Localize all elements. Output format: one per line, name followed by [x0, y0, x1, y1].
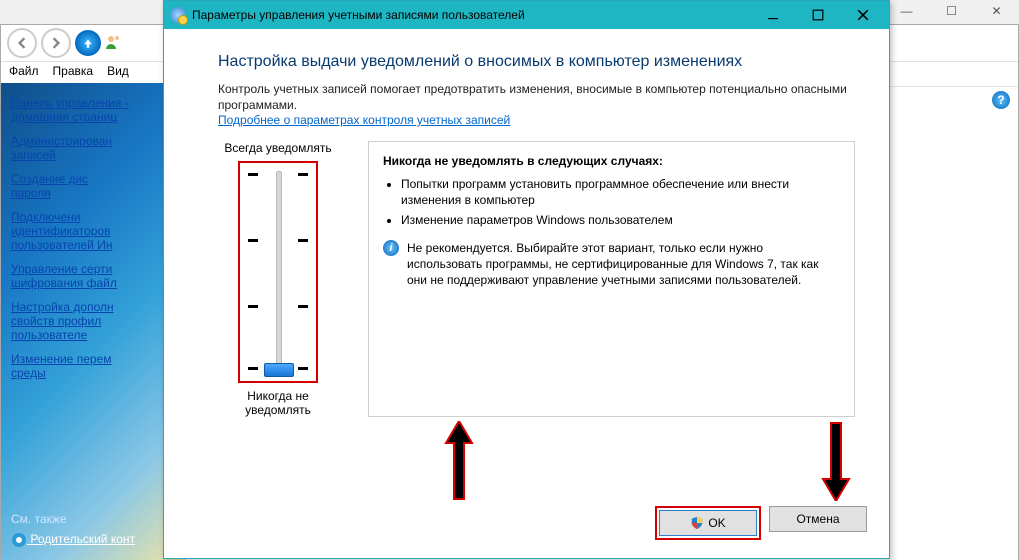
- shield-icon: [690, 516, 704, 530]
- menu-view[interactable]: Вид: [107, 64, 129, 84]
- desc-heading: Никогда не уведомлять в следующих случая…: [383, 154, 840, 168]
- bg-side-panel: Панель управления -домашняя страниц Адми…: [1, 83, 186, 560]
- slider-label-top: Всегда уведомлять: [218, 141, 338, 155]
- uac-slider-thumb[interactable]: [264, 363, 294, 377]
- menu-file[interactable]: Файл: [9, 64, 39, 84]
- dialog-close-button[interactable]: [840, 1, 885, 29]
- cancel-button-label: Отмена: [796, 512, 839, 526]
- cancel-button[interactable]: Отмена: [769, 506, 867, 532]
- side-home-link[interactable]: Панель управления -домашняя страниц: [11, 96, 176, 124]
- side-link-disk[interactable]: Создание диспароля: [11, 172, 176, 200]
- help-icon[interactable]: ?: [992, 91, 1010, 109]
- dialog-maximize-button[interactable]: [795, 1, 840, 29]
- dialog-title: Параметры управления учетными записями п…: [192, 8, 750, 22]
- nav-back-button[interactable]: [7, 28, 37, 58]
- side-link-admin[interactable]: Администрированзаписей: [11, 134, 176, 162]
- ok-button-highlight: OK: [655, 506, 761, 540]
- ok-button-label: OK: [708, 516, 725, 530]
- annotation-arrow-up-icon: [444, 421, 474, 501]
- nav-forward-button[interactable]: [41, 28, 71, 58]
- desc-bullet: Изменение параметров Windows пользовател…: [401, 212, 840, 228]
- uac-dialog: Параметры управления учетными записями п…: [163, 0, 890, 559]
- uac-slider-highlight: [238, 161, 318, 383]
- outer-minimize-button[interactable]: —: [884, 0, 929, 22]
- annotation-arrow-down-icon: [821, 421, 851, 501]
- side-link-certs[interactable]: Управление сертишифрования файл: [11, 262, 176, 290]
- learn-more-link[interactable]: Подробнее о параметрах контроля учетных …: [218, 113, 510, 127]
- dialog-heading: Настройка выдачи уведомлений о вносимых …: [218, 53, 855, 71]
- slider-label-bottom: Никогда не уведомлять: [218, 389, 338, 417]
- outer-window-controls: — ☐ ✕: [884, 0, 1019, 22]
- side-link-env[interactable]: Изменение перемсреды: [11, 352, 176, 380]
- side-foot-header: См. также: [11, 512, 135, 526]
- menu-edit[interactable]: Правка: [53, 64, 94, 84]
- side-foot-link[interactable]: Родительский конт: [11, 532, 135, 548]
- side-link-profile[interactable]: Настройка дополнсвойств профилпользовате…: [11, 300, 176, 342]
- dialog-minimize-button[interactable]: [750, 1, 795, 29]
- outer-close-button[interactable]: ✕: [974, 0, 1019, 22]
- uac-shield-icon: [170, 7, 186, 23]
- slider-track: [276, 171, 282, 373]
- desc-note: Не рекомендуется. Выбирайте этот вариант…: [407, 240, 840, 288]
- nav-up-button[interactable]: [75, 30, 101, 56]
- side-link-connect[interactable]: Подключениидентификаторовпользователей И…: [11, 210, 176, 252]
- info-icon: i: [383, 240, 399, 256]
- outer-maximize-button[interactable]: ☐: [929, 0, 974, 22]
- desc-bullet: Попытки программ установить программное …: [401, 176, 840, 208]
- dialog-titlebar: Параметры управления учетными записями п…: [164, 1, 889, 29]
- ok-button[interactable]: OK: [659, 510, 757, 536]
- user-icon: [105, 34, 121, 53]
- slider-description-panel: Никогда не уведомлять в следующих случая…: [368, 141, 855, 417]
- dialog-button-bar: OK Отмена: [655, 506, 867, 540]
- dialog-intro-text: Контроль учетных записей помогает предот…: [218, 81, 855, 113]
